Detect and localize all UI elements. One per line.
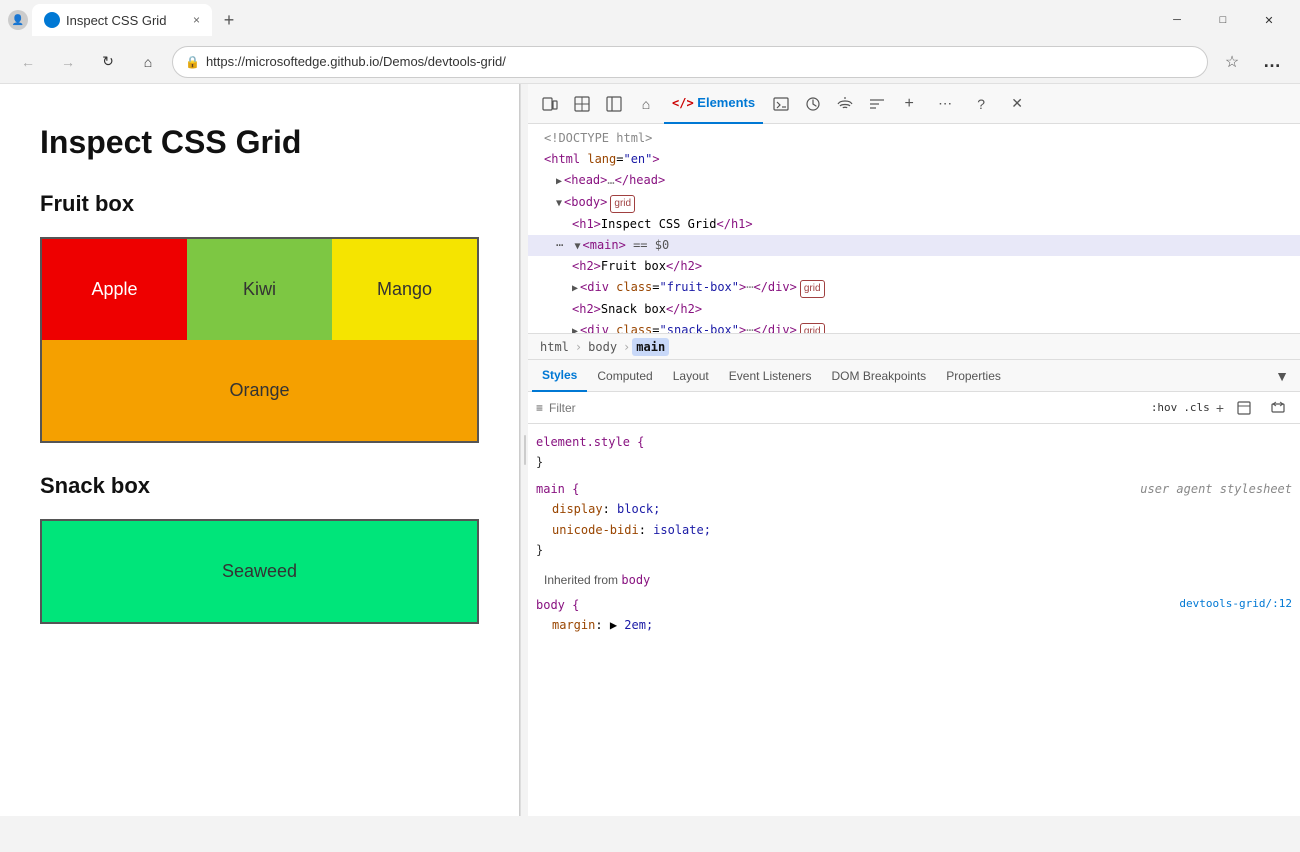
styles-content: element.style { } main { user agent styl…	[528, 424, 1300, 650]
body-rule: body { devtools-grid/:12 margin: ▶ 2em;	[536, 595, 1292, 636]
devtools-grid-source-link[interactable]: devtools-grid/:12	[1179, 595, 1292, 614]
snack-box-heading: Snack box	[40, 473, 479, 499]
title-bar: 👤 Inspect CSS Grid × + ─ □ ✕	[0, 0, 1300, 40]
tab-close-button[interactable]: ×	[193, 13, 200, 27]
resize-indicator	[524, 435, 526, 465]
panel-more-button[interactable]: ▼	[1268, 362, 1296, 390]
body-line[interactable]: ▼<body>grid	[528, 192, 1300, 214]
fruit-box-heading: Fruit box	[40, 191, 479, 217]
forward-button[interactable]: →	[52, 46, 84, 78]
elements-tab[interactable]: </> Elements	[664, 84, 763, 124]
fruit-grid: Apple Kiwi Mango Orange	[40, 237, 479, 443]
tab-bar: Inspect CSS Grid × +	[28, 2, 248, 38]
tab-computed[interactable]: Computed	[587, 360, 662, 392]
inspect-element-button[interactable]	[568, 90, 596, 118]
div-snack-line[interactable]: ▶<div class="snack-box">⋯</div>grid	[528, 320, 1300, 334]
devtools-toolbar: ⌂ </> Elements + ⋯ ? ✕	[528, 84, 1300, 124]
cls-button[interactable]: .cls	[1183, 401, 1210, 414]
favorites-button[interactable]: ☆	[1216, 46, 1248, 78]
close-devtools-button[interactable]: ✕	[1003, 90, 1031, 118]
url-bar[interactable]: 🔒 https://microsoftedge.github.io/Demos/…	[172, 46, 1208, 78]
computed-style-button[interactable]	[1230, 394, 1258, 422]
styles-toolbar: ≡ :hov .cls +	[528, 392, 1300, 424]
head-line[interactable]: ▶<head>…</head>	[528, 170, 1300, 191]
home-devtools-button[interactable]: ⌂	[632, 90, 660, 118]
fruit-kiwi: Kiwi	[187, 239, 332, 340]
toggle-sidebar-button[interactable]	[600, 90, 628, 118]
main-rule: main { user agent stylesheet display: bl…	[536, 479, 1292, 561]
fruit-mango: Mango	[332, 239, 477, 340]
breadcrumb-bar: html › body › main	[528, 334, 1300, 360]
more-button[interactable]: …	[1256, 46, 1288, 78]
element-style-rule: element.style { }	[536, 432, 1292, 473]
inherited-label: Inherited from body	[536, 566, 1292, 594]
tab-styles[interactable]: Styles	[532, 360, 587, 392]
fruit-orange: Orange	[42, 340, 477, 441]
more-tools-button[interactable]: ⋯	[931, 90, 959, 118]
div-fruit-line[interactable]: ▶<div class="fruit-box">⋯</div>grid	[528, 277, 1300, 299]
close-button[interactable]: ✕	[1246, 4, 1292, 36]
page-main-title: Inspect CSS Grid	[40, 124, 479, 161]
window-controls: ─ □ ✕	[1154, 4, 1292, 36]
fruit-apple: Apple	[42, 239, 187, 340]
panel-tabs: Styles Computed Layout Event Listeners D…	[528, 360, 1300, 392]
h1-line[interactable]: <h1>Inspect CSS Grid</h1>	[528, 214, 1300, 235]
breadcrumb-body[interactable]: body	[584, 338, 621, 356]
breadcrumb-main[interactable]: main	[632, 338, 669, 356]
tab-properties[interactable]: Properties	[936, 360, 1011, 392]
breadcrumb-html[interactable]: html	[536, 338, 573, 356]
elements-panel: <!DOCTYPE html> <html lang="en"> ▶<head>…	[528, 124, 1300, 334]
toggle-changes-button[interactable]	[1264, 394, 1292, 422]
address-bar: ← → ↻ ⌂ 🔒 https://microsoftedge.github.i…	[0, 40, 1300, 84]
url-text: https://microsoftedge.github.io/Demos/de…	[206, 54, 1195, 69]
active-tab[interactable]: Inspect CSS Grid ×	[32, 4, 212, 36]
add-tool-button[interactable]: +	[895, 90, 923, 118]
tab-event-listeners[interactable]: Event Listeners	[719, 360, 822, 392]
console-button[interactable]	[767, 90, 795, 118]
snack-grid: Seaweed	[40, 519, 479, 624]
help-button[interactable]: ?	[967, 90, 995, 118]
back-button[interactable]: ←	[12, 46, 44, 78]
filter-icon: ≡	[536, 401, 543, 415]
devtools-more-button[interactable]: ⋯ ? ✕	[931, 90, 1031, 118]
device-emulation-button[interactable]	[536, 90, 564, 118]
tab-title: Inspect CSS Grid	[66, 13, 166, 28]
application-button[interactable]	[863, 90, 891, 118]
h2-snack-line[interactable]: <h2>Snack box</h2>	[528, 299, 1300, 320]
home-button[interactable]: ⌂	[132, 46, 164, 78]
edge-icon	[44, 12, 60, 28]
devtools-panel: ⌂ </> Elements + ⋯ ? ✕	[528, 84, 1300, 816]
minimize-button[interactable]: ─	[1154, 4, 1200, 36]
add-style-rule-button[interactable]: +	[1216, 400, 1224, 416]
webpage-content: Inspect CSS Grid Fruit box Apple Kiwi Ma…	[0, 84, 520, 816]
user-icon: 👤	[8, 10, 28, 30]
h2-fruit-line[interactable]: <h2>Fruit box</h2>	[528, 256, 1300, 277]
filter-input[interactable]	[549, 401, 1145, 415]
panel-tabs-more[interactable]: ▼	[1268, 362, 1296, 390]
fruit-section: Fruit box Apple Kiwi Mango Orange	[40, 191, 479, 443]
tab-layout[interactable]: Layout	[663, 360, 719, 392]
main-line[interactable]: ⋯ ▼<main> == $0	[528, 235, 1300, 256]
resize-handle[interactable]	[520, 84, 528, 816]
tab-dom-breakpoints[interactable]: DOM Breakpoints	[821, 360, 936, 392]
snack-section: Snack box Seaweed	[40, 473, 479, 624]
refresh-button[interactable]: ↻	[92, 46, 124, 78]
performance-button[interactable]	[799, 90, 827, 118]
doctype-line[interactable]: <!DOCTYPE html>	[528, 128, 1300, 149]
main-layout: Inspect CSS Grid Fruit box Apple Kiwi Ma…	[0, 84, 1300, 816]
hov-button[interactable]: :hov	[1151, 401, 1178, 414]
html-open-line[interactable]: <html lang="en">	[528, 149, 1300, 170]
browser-chrome: 👤 Inspect CSS Grid × + ─ □ ✕ ← → ↻ ⌂ 🔒 h…	[0, 0, 1300, 84]
network-button[interactable]	[831, 90, 859, 118]
lock-icon: 🔒	[185, 55, 200, 69]
snack-seaweed: Seaweed	[42, 521, 477, 622]
maximize-button[interactable]: □	[1200, 4, 1246, 36]
new-tab-button[interactable]: +	[214, 5, 244, 35]
inherited-body-link[interactable]: body	[621, 573, 650, 587]
